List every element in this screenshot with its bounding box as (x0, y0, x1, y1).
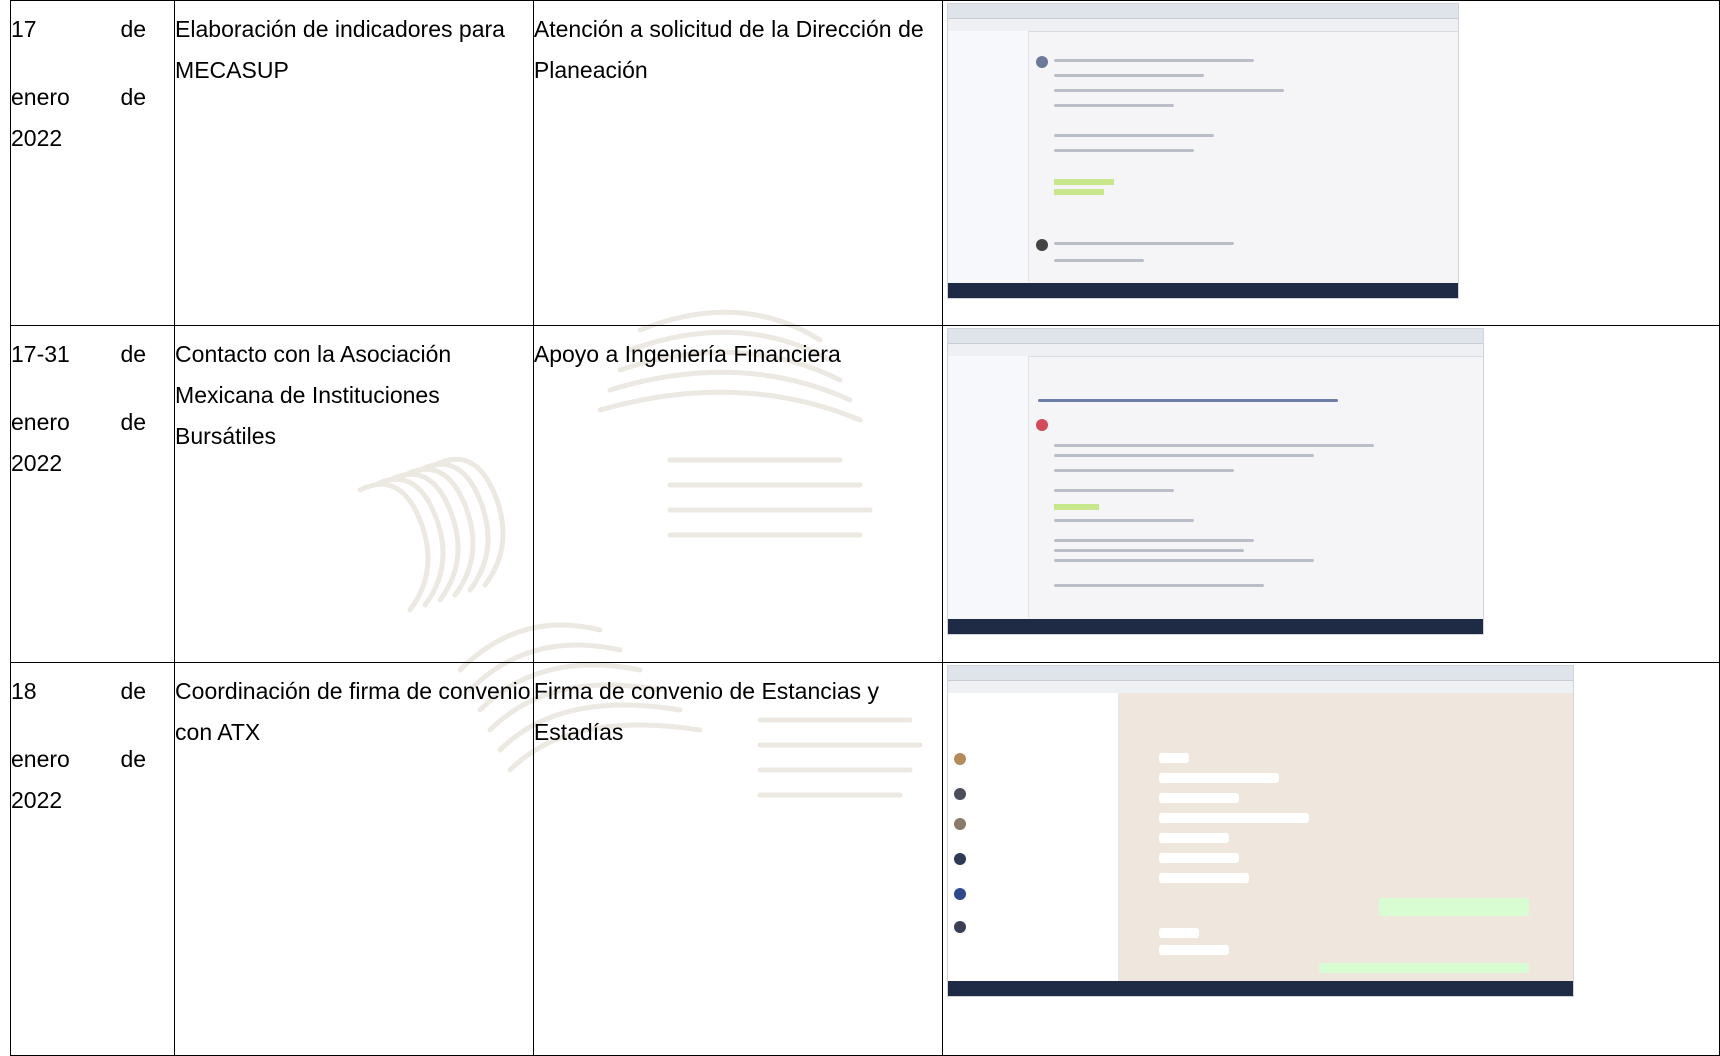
date-cell: 18 de enero de 2022 (9, 662, 176, 1056)
activity-cell: Contacto con la Asociación Mexicana de I… (174, 325, 534, 663)
activity-text: Coordinación de firma de convenio con AT… (175, 678, 531, 745)
evidence-cell (941, 662, 1720, 1056)
date-month: enero (11, 84, 70, 110)
table-row: 17 de enero de 2022 Elaboración de indicad… (9, 0, 1720, 326)
gmail-email-screenshot (946, 328, 1484, 635)
activity-cell: Elaboración de indicadores para MECASUP (174, 0, 534, 326)
date-month: enero (11, 746, 70, 772)
purpose-cell: Apoyo a Ingeniería Financiera (532, 325, 943, 663)
date-word: de (120, 84, 147, 110)
date-cell: 17-31 de enero de 2022 (9, 325, 176, 663)
date-day: 17-31 (11, 341, 70, 367)
date-day: 17 (11, 16, 37, 42)
date-year: 2022 (11, 125, 63, 151)
date-word: de (120, 409, 147, 435)
purpose-text: Firma de convenio de Estancias y Estadía… (533, 678, 880, 745)
date-month: enero (11, 409, 70, 435)
gmail-email-screenshot (946, 3, 1459, 299)
activity-text: Elaboración de indicadores para MECASUP (175, 16, 505, 83)
activity-text: Contacto con la Asociación Mexicana de I… (175, 341, 452, 449)
date-day: 18 (11, 678, 37, 704)
date-word: de (120, 678, 147, 704)
date-word: de (120, 341, 147, 367)
purpose-text: Atención a solicitud de la Dirección de … (533, 16, 924, 83)
table-row: 18 de enero de 2022 Coordinación de firma … (9, 662, 1720, 1056)
table-row: 17-31 de enero de 2022 Contacto con la Aso… (9, 325, 1720, 663)
date-word: de (120, 16, 147, 42)
purpose-cell: Firma de convenio de Estancias y Estadía… (532, 662, 943, 1056)
activities-table: 17 de enero de 2022 Elaboración de indicad… (9, 0, 1720, 1056)
evidence-cell (941, 325, 1720, 663)
date-year: 2022 (11, 787, 63, 813)
purpose-cell: Atención a solicitud de la Dirección de … (532, 0, 943, 326)
purpose-text: Apoyo a Ingeniería Financiera (533, 341, 841, 367)
evidence-cell (941, 0, 1720, 326)
activity-cell: Coordinación de firma de convenio con AT… (174, 662, 534, 1056)
date-word: de (120, 746, 147, 772)
whatsapp-chat-screenshot (946, 665, 1574, 997)
date-cell: 17 de enero de 2022 (9, 0, 176, 326)
date-year: 2022 (11, 450, 63, 476)
